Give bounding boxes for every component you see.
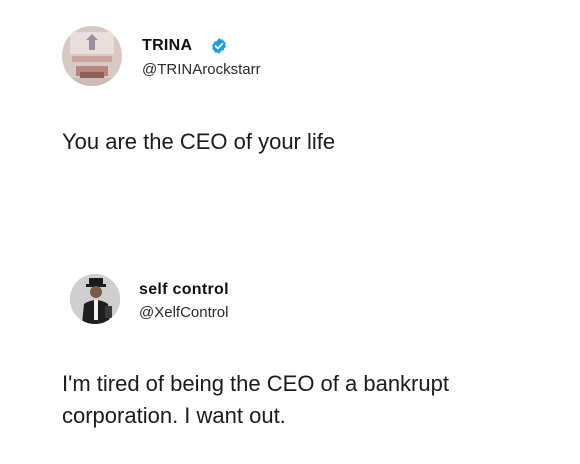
display-name[interactable]: TRINA <box>142 37 192 55</box>
avatar[interactable] <box>70 274 120 324</box>
profile-photo-icon <box>70 274 120 324</box>
tweet-trina: TRINA @TRINArockstarr You are the CEO of… <box>0 0 580 268</box>
tweet-text: You are the CEO of your life <box>62 129 336 154</box>
tweet-self-control: self control @XelfControl I'm tired of b… <box>0 250 580 464</box>
handle[interactable]: @TRINArockstarr <box>142 61 261 78</box>
profile-photo-icon <box>62 26 122 86</box>
tweet-text: I'm tired of being the CEO of a bankrupt… <box>62 371 449 428</box>
smudge <box>200 170 310 188</box>
verified-badge-icon <box>211 38 227 54</box>
display-name[interactable]: self control <box>139 281 229 299</box>
avatar[interactable] <box>62 26 122 86</box>
handle[interactable]: @XelfControl <box>139 304 228 321</box>
